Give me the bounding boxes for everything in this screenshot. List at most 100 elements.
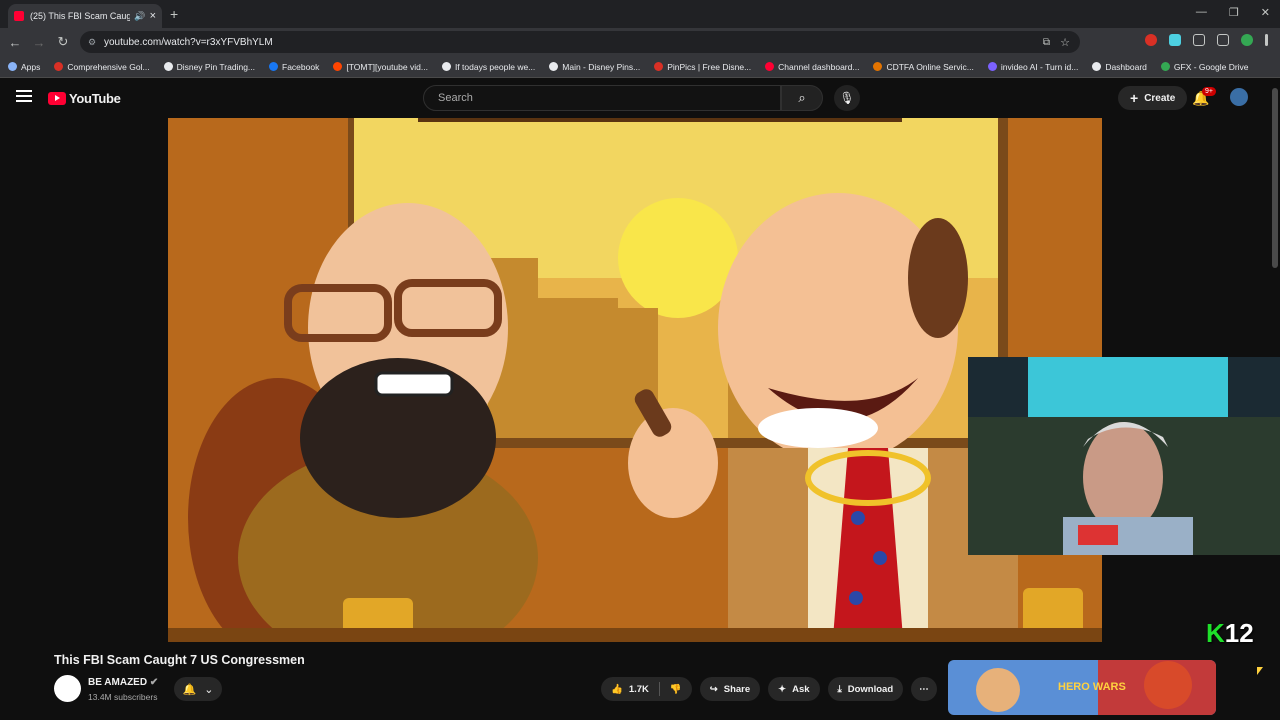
speaker-icon[interactable]: 🔊 bbox=[134, 11, 145, 22]
create-button[interactable]: + Create bbox=[1118, 86, 1188, 110]
webcam-overlay bbox=[968, 357, 1280, 555]
bookmark-item[interactable]: invideo AI - Turn id... bbox=[987, 61, 1079, 72]
more-dots-icon: ⋯ bbox=[919, 683, 929, 695]
bookmark-item[interactable]: Disney Pin Trading... bbox=[163, 62, 255, 72]
mouse-cursor bbox=[1257, 667, 1263, 675]
close-tab-icon[interactable]: × bbox=[150, 10, 156, 22]
mic-icon: 🎙 bbox=[839, 91, 855, 105]
forward-icon[interactable]: → bbox=[27, 35, 51, 50]
channel-name[interactable]: BE AMAZED ✔ bbox=[88, 677, 158, 688]
download-button[interactable]: ⤓ Download bbox=[827, 677, 904, 701]
search-button[interactable]: ⌕ bbox=[781, 85, 823, 111]
bookmark-favicon-icon bbox=[1092, 62, 1102, 71]
extension-icon[interactable] bbox=[1169, 34, 1181, 46]
bookmark-item[interactable]: Apps bbox=[8, 62, 40, 72]
like-button[interactable]: 👍 1.7K 👎 bbox=[601, 677, 692, 701]
bell-icon: 🔔 bbox=[182, 683, 197, 696]
bookmark-item[interactable]: Facebook bbox=[269, 62, 319, 72]
ad-banner-image: HERO WARS bbox=[948, 660, 1216, 715]
bookmark-item[interactable]: PinPics | Free Disne... bbox=[654, 62, 751, 72]
bookmark-label: If todays people we... bbox=[454, 61, 536, 72]
download-icon: ⤓ bbox=[837, 683, 842, 695]
ask-label: Ask bbox=[792, 683, 810, 695]
thumbs-down-icon[interactable]: 👎 bbox=[670, 684, 682, 695]
page-scrollbar[interactable] bbox=[1272, 88, 1278, 268]
menu-icon[interactable] bbox=[16, 90, 32, 102]
bookmark-label: invideo AI - Turn id... bbox=[1000, 61, 1079, 72]
back-icon[interactable]: ← bbox=[3, 35, 27, 50]
bookmark-favicon-icon bbox=[54, 62, 64, 71]
menu-dots-icon[interactable] bbox=[1265, 34, 1268, 46]
bookmark-favicon-icon bbox=[1160, 62, 1170, 71]
install-icon[interactable]: ⧉ bbox=[1043, 37, 1050, 48]
youtube-play-icon bbox=[48, 92, 66, 105]
bookmark-item[interactable]: Dashboard bbox=[1092, 62, 1147, 72]
sidepanel-icon[interactable] bbox=[1217, 34, 1229, 46]
site-info-icon[interactable]: ⚙ bbox=[88, 37, 96, 48]
bookmark-favicon-icon bbox=[163, 62, 173, 71]
restore-icon[interactable]: ❐ bbox=[1229, 6, 1239, 19]
bookmark-label: Facebook bbox=[282, 61, 320, 72]
thumbs-up-icon: 👍 bbox=[611, 683, 623, 695]
bookmark-item[interactable]: Channel dashboard... bbox=[765, 62, 859, 72]
tab-title: (25) This FBI Scam Caught 7 bbox=[30, 11, 131, 21]
bookmark-item[interactable]: GFX - Google Drive bbox=[1160, 61, 1249, 72]
ad-text: HERO WARS bbox=[1058, 681, 1126, 693]
bookmarks-bar: Apps Comprehensive Gol... Disney Pin Tradi… bbox=[0, 56, 1280, 78]
account-avatar[interactable] bbox=[1230, 88, 1248, 106]
share-label: Share bbox=[723, 683, 751, 695]
browser-tab-bar: (25) This FBI Scam Caught 7 🔊 × + — ❐ ✕ bbox=[0, 0, 1280, 28]
bookmark-label: PinPics | Free Disne... bbox=[667, 61, 752, 72]
bookmark-favicon-icon bbox=[441, 62, 451, 71]
address-bar[interactable]: ⚙ youtube.com/watch?v=r3xYFVBhYLM ⧉ ☆ bbox=[80, 31, 1080, 53]
reload-icon[interactable]: ↻ bbox=[51, 34, 75, 50]
bookmark-star-icon[interactable]: ☆ bbox=[1060, 36, 1070, 49]
bookmark-label: GFX - Google Drive bbox=[1173, 61, 1249, 72]
more-actions-button[interactable]: ⋯ bbox=[911, 677, 937, 701]
browser-toolbar: ← → ↻ ⚙ youtube.com/watch?v=r3xYFVBhYLM … bbox=[0, 28, 1280, 56]
bookmark-label: Apps bbox=[21, 61, 41, 72]
bookmark-item[interactable]: [TOMT][youtube vid... bbox=[333, 62, 428, 72]
stream-overlay-counter: K12 bbox=[1206, 618, 1254, 649]
browser-tab[interactable]: (25) This FBI Scam Caught 7 🔊 × bbox=[8, 4, 162, 28]
logo-text: YouTube bbox=[69, 91, 121, 106]
bookmark-favicon-icon bbox=[333, 62, 343, 71]
bookmark-favicon-icon bbox=[987, 62, 997, 71]
bookmark-label: CDTFA Online Servic... bbox=[886, 61, 974, 72]
bookmark-item[interactable]: Comprehensive Gol... bbox=[54, 61, 150, 72]
profile-icon[interactable] bbox=[1241, 34, 1253, 46]
bookmark-favicon-icon bbox=[8, 62, 17, 71]
close-window-icon[interactable]: ✕ bbox=[1261, 6, 1270, 19]
bookmark-label: [TOMT][youtube vid... bbox=[346, 61, 428, 72]
new-tab-icon[interactable]: + bbox=[170, 6, 178, 22]
youtube-favicon-icon bbox=[14, 11, 24, 21]
bookmark-item[interactable]: If todays people we... bbox=[441, 61, 536, 72]
video-frame-illustration bbox=[168, 118, 1102, 642]
channel-avatar[interactable] bbox=[54, 675, 81, 702]
puzzle-icon[interactable] bbox=[1193, 34, 1205, 46]
youtube-logo[interactable]: YouTube bbox=[48, 91, 121, 106]
extensions-area bbox=[1145, 34, 1268, 46]
voice-search-button[interactable]: 🎙 bbox=[834, 85, 860, 111]
search-input[interactable]: Search bbox=[423, 85, 781, 111]
bookmark-label: Comprehensive Gol... bbox=[67, 61, 150, 72]
extension-icon[interactable] bbox=[1145, 34, 1157, 46]
video-player[interactable] bbox=[168, 118, 1102, 642]
download-label: Download bbox=[847, 683, 894, 695]
bookmark-item[interactable]: Main - Disney Pins... bbox=[549, 62, 640, 72]
share-button[interactable]: ↪ Share bbox=[699, 677, 761, 701]
minimize-icon[interactable]: — bbox=[1196, 6, 1207, 19]
hero-wars-ad[interactable]: HERO WARS bbox=[948, 660, 1216, 715]
search-icon: ⌕ bbox=[798, 90, 806, 105]
plus-icon: + bbox=[1130, 90, 1139, 106]
subscribe-notifications-button[interactable]: 🔔 ⌄ bbox=[174, 677, 222, 701]
bookmark-item[interactable]: CDTFA Online Servic... bbox=[873, 61, 974, 72]
ask-button[interactable]: ✦ Ask bbox=[768, 677, 820, 701]
bookmark-label: Channel dashboard... bbox=[778, 61, 860, 72]
sparkle-icon: ✦ bbox=[778, 683, 787, 695]
chevron-down-icon: ⌄ bbox=[204, 683, 214, 696]
youtube-header: YouTube Search ⌕ 🎙 + Create 🔔 9+ bbox=[0, 78, 1280, 118]
create-label: Create bbox=[1144, 92, 1176, 104]
bookmark-favicon-icon bbox=[549, 62, 559, 71]
video-title: This FBI Scam Caught 7 US Congressmen bbox=[54, 653, 305, 667]
